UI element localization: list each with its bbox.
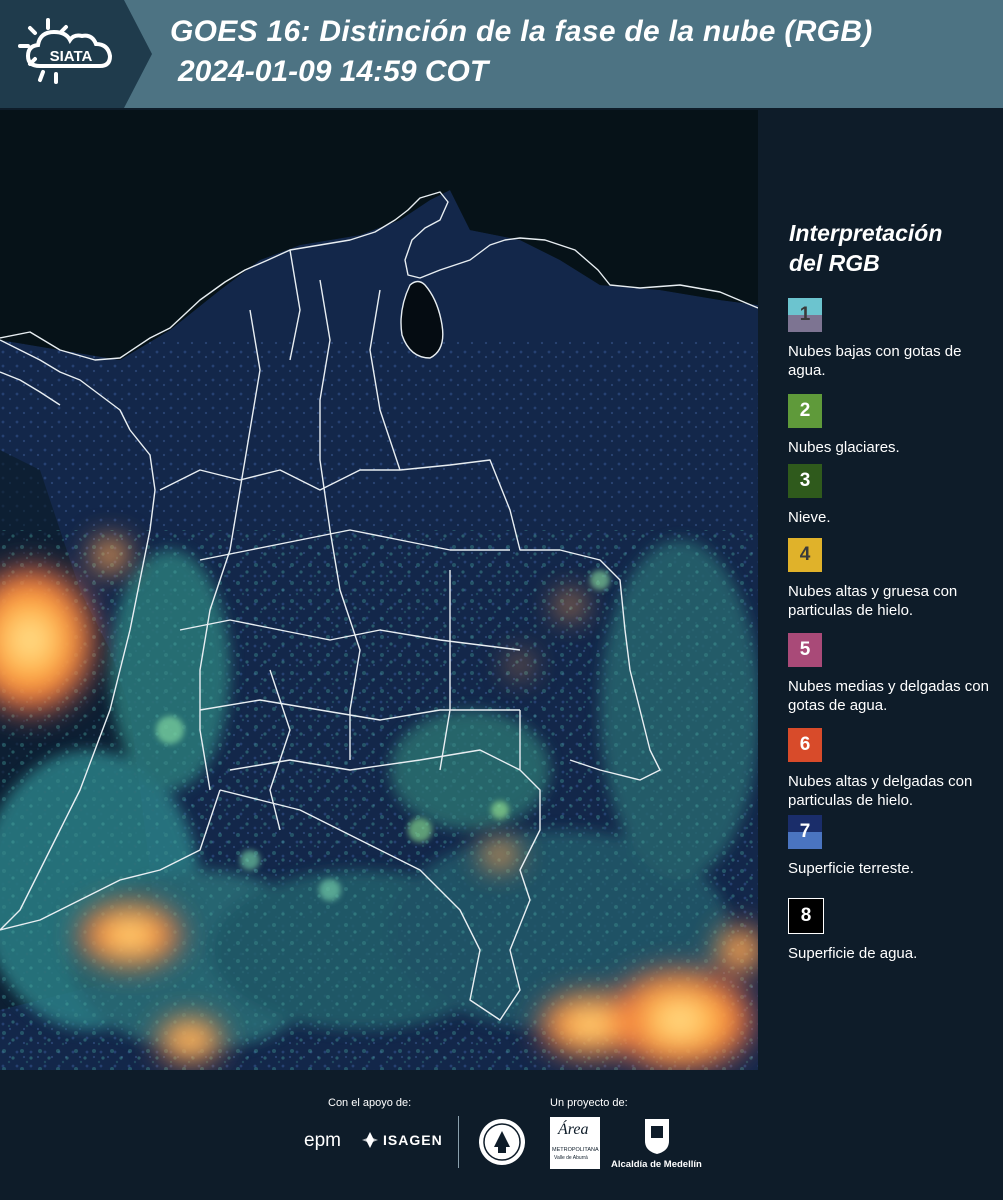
legend-label: Nubes glaciares. [788, 439, 900, 456]
legend-item: 7 Superficie terreste. [788, 815, 998, 878]
alcaldia-shield-icon [643, 1117, 671, 1160]
legend-swatch: 3 [788, 464, 822, 498]
epm-logo: epm [304, 1130, 341, 1151]
legend-number: 1 [799, 304, 811, 325]
page-title: GOES 16: Distinción de la fase de la nub… [170, 15, 873, 48]
legend-swatch: 2 [788, 394, 822, 428]
legend-panel: Interpretación del RGB 1 Nubes bajas con … [768, 110, 1003, 1070]
svg-text:SIATA: SIATA [50, 48, 93, 65]
alcaldia-label: Alcaldía de Medellín [611, 1159, 702, 1170]
legend-item: 6 Nubes altas y delgadas con particulas d… [788, 728, 998, 810]
satellite-rgb-map [0, 110, 758, 1070]
legend-item: 5 Nubes medias y delgadas con gotas de ag… [788, 633, 998, 715]
legend-number: 4 [799, 544, 811, 565]
legend-item: 1 Nubes bajas con gotas de agua. [788, 298, 998, 380]
legend-title-line2: del RGB [789, 250, 880, 276]
legend-item: 3 Nieve. [788, 464, 998, 527]
area-logo-subcaption: Valle de Aburrá [554, 1155, 588, 1161]
legend-item: 2 Nubes glaciares. [788, 394, 998, 457]
area-logo-text: Área [558, 1121, 589, 1138]
isagen-logo [360, 1130, 380, 1155]
legend-number: 6 [799, 734, 811, 755]
legend-number: 8 [800, 905, 812, 926]
legend-label: Superficie terreste. [788, 860, 914, 877]
legend-number: 2 [799, 400, 811, 421]
footer-divider [458, 1116, 459, 1168]
legend-item: 4 Nubes altas y gruesa con particulas de … [788, 538, 998, 620]
legend-swatch: 7 [788, 815, 822, 849]
area-logo-caption: METROPOLITANA [552, 1147, 599, 1153]
legend-swatch: 5 [788, 633, 822, 667]
legend-item: 8 Superficie de agua. [788, 898, 998, 963]
support-label: Con el apoyo de: [328, 1097, 412, 1109]
header-banner: SIATA GOES 16: Distinción de la fase de … [0, 0, 1003, 108]
legend-label: Superficie de agua. [788, 945, 918, 962]
isagen-label: ISAGEN [383, 1132, 443, 1148]
siata-logo: SIATA [0, 0, 152, 108]
legend-label: Nubes bajas con gotas de agua. [788, 343, 962, 379]
legend-swatch: 8 [788, 898, 824, 934]
legend-number: 5 [799, 639, 811, 660]
legend-swatch: 1 [788, 298, 822, 332]
legend-number: 3 [799, 470, 811, 491]
area-metropolitana-logo: Área METROPOLITANA Valle de Aburrá [550, 1117, 600, 1169]
timestamp: 2024-01-09 14:59 COT [178, 55, 489, 88]
footer: Con el apoyo de: Un proyecto de: epm ISA… [0, 1070, 1003, 1200]
legend-label: Nubes altas y gruesa con particulas de h… [788, 583, 958, 619]
legend-label: Nubes altas y delgadas con particulas de… [788, 773, 973, 809]
legend-number: 7 [799, 821, 811, 842]
legend-label: Nieve. [788, 509, 831, 526]
legend-swatch: 4 [788, 538, 822, 572]
project-label: Un proyecto de: [550, 1097, 628, 1109]
legend-swatch: 6 [788, 728, 822, 762]
medellin-seal [478, 1117, 526, 1172]
legend-title: Interpretación del RGB [789, 218, 989, 278]
legend-label: Nubes medias y delgadas con gotas de agu… [788, 678, 989, 714]
isagen-icon [362, 1132, 378, 1148]
legend-title-line1: Interpretación [789, 220, 943, 246]
